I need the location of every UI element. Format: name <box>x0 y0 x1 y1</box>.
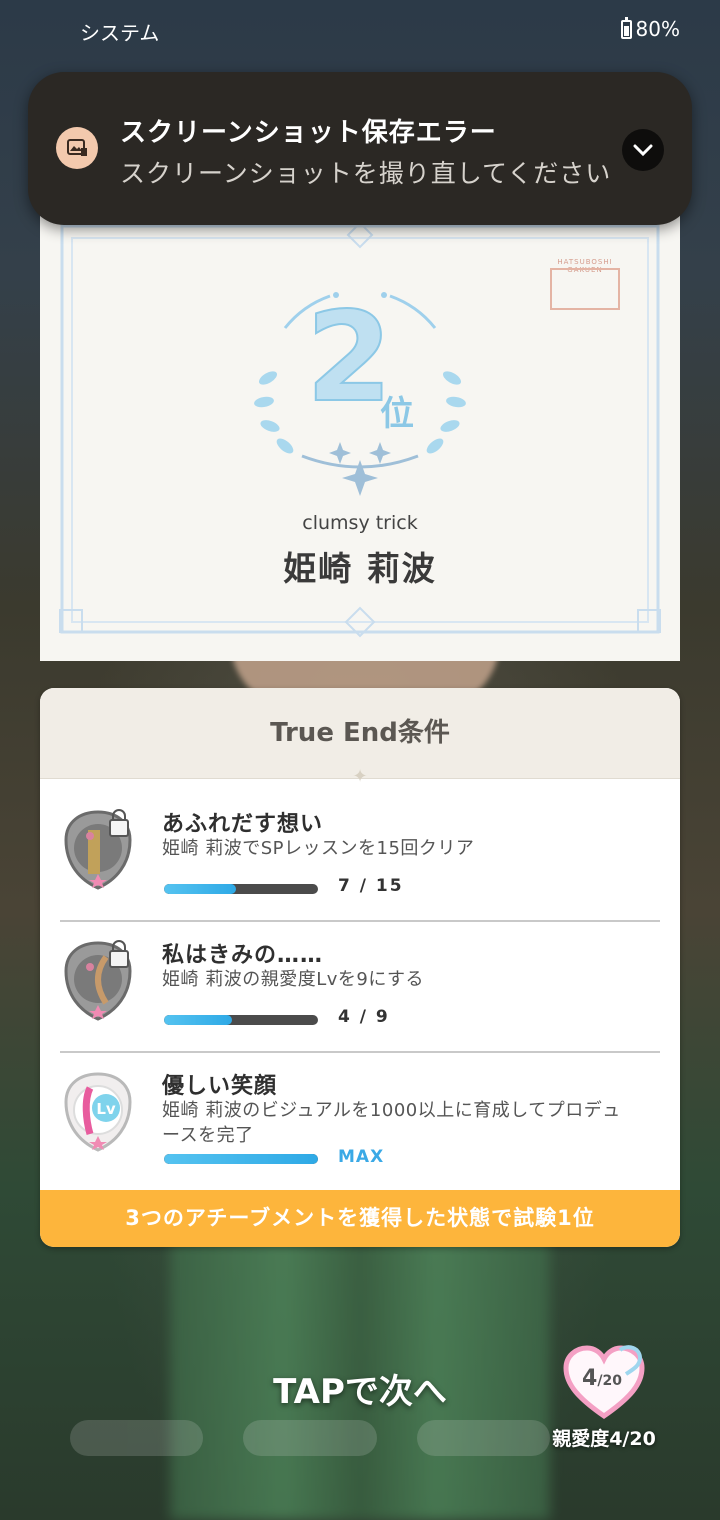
battery-percent: 80% <box>635 17 680 41</box>
locked-badge-icon <box>64 809 132 890</box>
progress-bar <box>164 1154 318 1164</box>
panel-title: True End条件 <box>270 718 450 748</box>
notification-title: スクリーンショット保存エラー <box>120 118 497 148</box>
svg-text:Lv: Lv <box>96 1100 116 1118</box>
true-end-condition: 3つのアチーブメントを獲得した状態で試験1位 <box>40 1190 680 1247</box>
control-auto[interactable] <box>416 1420 550 1456</box>
achievement-item[interactable]: あふれだす想い 姫崎 莉波でSPレッスンを15回クリア 7 / 15 <box>60 792 660 922</box>
achievement-item[interactable]: Lv 優しい笑顔 姫崎 莉波のビジュアルを1000以上に育成してプロデュースを完… <box>60 1054 660 1182</box>
battery-indicator: 80% <box>620 16 680 41</box>
achievement-item[interactable]: 私はきみの…… 姫崎 莉波の親愛度Lvを9にする 4 / 9 <box>60 923 660 1053</box>
visual-badge-icon: Lv <box>64 1072 132 1152</box>
control-log[interactable] <box>70 1420 204 1456</box>
idol-name: 姫崎 莉波 <box>283 549 437 588</box>
status-app-name: システム <box>80 21 160 45</box>
progress-bar <box>164 884 318 894</box>
game-controls <box>70 1420 550 1460</box>
affinity-indicator[interactable]: 4/20 親愛度4/20 <box>548 1344 660 1454</box>
achievement-title: 優しい笑顔 <box>162 1074 278 1099</box>
battery-icon <box>620 16 632 39</box>
progress-fill <box>164 1015 232 1025</box>
locked-badge-icon <box>64 940 132 1021</box>
affinity-max: 20 <box>602 1373 622 1389</box>
affinity-label: 親愛度4/20 <box>552 1428 656 1450</box>
screenshot-icon <box>56 127 98 169</box>
progress-text: 4 / 9 <box>338 1007 390 1027</box>
chevron-down-icon[interactable] <box>622 129 664 171</box>
progress-bar <box>164 1015 318 1025</box>
true-end-panel: True End条件 ✦ あふれだす想い 姫崎 莉波でSPレッスンを15回クリア… <box>40 688 680 1247</box>
screenshot-error-notification[interactable]: スクリーンショット保存エラー スクリーンショットを撮り直してください <box>28 72 692 225</box>
achievement-title: 私はきみの…… <box>162 943 324 968</box>
achievement-desc: 姫崎 莉波のビジュアルを1000以上に育成してプロデュースを完了 <box>162 1100 621 1146</box>
progress-fill <box>164 1154 318 1164</box>
notification-text: スクリーンショットを撮り直してください <box>120 159 612 188</box>
affinity-value: 4/20 <box>582 1366 622 1391</box>
rank-suffix: 位 <box>380 394 414 434</box>
progress-text: MAX <box>338 1147 385 1167</box>
panel-header: True End条件 ✦ <box>40 688 680 787</box>
achievement-title: あふれだす想い <box>162 812 324 837</box>
control-skip[interactable] <box>243 1420 377 1456</box>
affinity-current: 4 <box>582 1366 598 1391</box>
achievement-desc: 姫崎 莉波でSPレッスンを15回クリア <box>162 838 475 859</box>
progress-fill <box>164 884 237 894</box>
school-stamp <box>550 268 620 310</box>
progress-text: 7 / 15 <box>338 876 404 896</box>
achievement-desc: 姫崎 莉波の親愛度Lvを9にする <box>162 969 425 990</box>
sparkle-icon: ✦ <box>352 766 368 787</box>
status-bar: システム 80% <box>0 0 720 58</box>
rank-certificate: 2 位 HATSUBOSHI GAKUEN clumsy trick 姫崎 莉波 <box>40 178 680 661</box>
produce-title: clumsy trick <box>302 512 418 534</box>
